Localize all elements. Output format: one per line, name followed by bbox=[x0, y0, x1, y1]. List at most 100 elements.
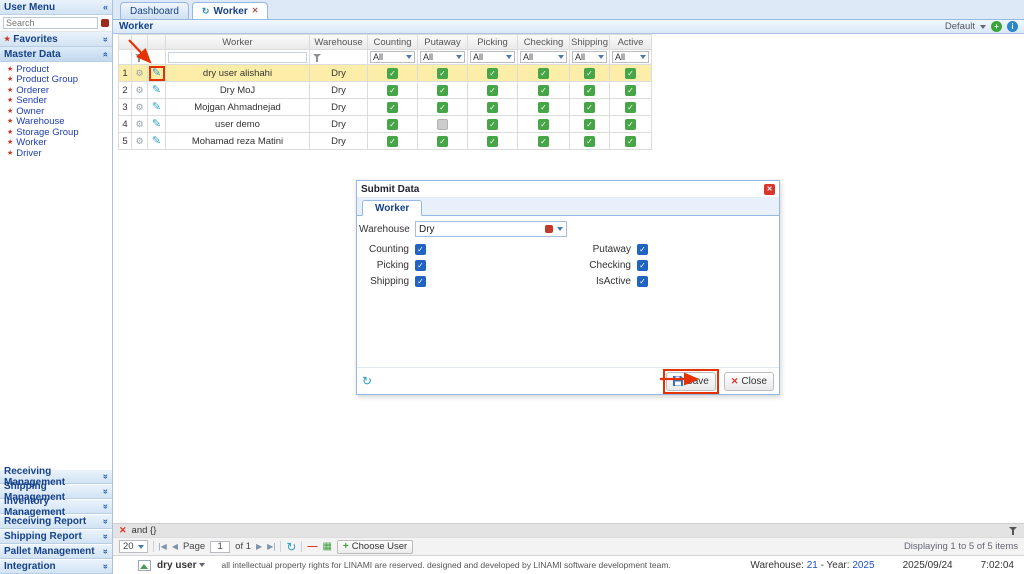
putaway-checkbox[interactable] bbox=[637, 244, 648, 255]
checking-filter-select[interactable]: All bbox=[520, 51, 567, 63]
table-row[interactable]: 4 ⚙ ✎ user demo Dry bbox=[118, 116, 652, 133]
counting-checkbox[interactable] bbox=[387, 102, 398, 113]
shipping-filter-select[interactable]: All bbox=[572, 51, 607, 63]
close-icon[interactable]: ✕ bbox=[764, 184, 775, 195]
putaway-checkbox[interactable] bbox=[437, 85, 448, 96]
header-warehouse[interactable]: Warehouse bbox=[310, 34, 368, 50]
close-icon[interactable]: ✕ bbox=[252, 7, 259, 15]
table-row[interactable]: 5 ⚙ ✎ Mohamad reza Matini Dry bbox=[118, 133, 652, 150]
picking-filter-select[interactable]: All bbox=[470, 51, 515, 63]
prev-page-button[interactable]: ◀ bbox=[172, 543, 178, 551]
sidebar-section-favorites[interactable]: ★ Favorites » bbox=[0, 32, 112, 47]
counting-checkbox[interactable] bbox=[387, 68, 398, 79]
edit-pencil-icon[interactable]: ✎ bbox=[152, 85, 161, 96]
sidebar-section-pallet-management[interactable]: Pallet Management» bbox=[0, 544, 112, 559]
edit-pencil-icon[interactable]: ✎ bbox=[152, 136, 161, 147]
putaway-filter-select[interactable]: All bbox=[420, 51, 465, 63]
counting-checkbox[interactable] bbox=[387, 85, 398, 96]
checking-checkbox[interactable] bbox=[538, 119, 549, 130]
shipping-checkbox[interactable] bbox=[584, 68, 595, 79]
refresh-icon[interactable]: ↻ bbox=[286, 541, 296, 553]
shipping-checkbox[interactable] bbox=[584, 136, 595, 147]
filter-funnel-icon[interactable] bbox=[1009, 526, 1018, 535]
counting-checkbox[interactable] bbox=[415, 244, 426, 255]
refresh-icon[interactable]: ↻ bbox=[202, 7, 210, 16]
clear-filter-icon[interactable]: ✕ bbox=[119, 526, 127, 535]
clear-icon[interactable] bbox=[545, 225, 553, 233]
filter-funnel-icon[interactable] bbox=[135, 53, 144, 62]
current-user-dropdown[interactable]: dry user bbox=[157, 560, 205, 571]
shipping-checkbox[interactable] bbox=[584, 102, 595, 113]
sidebar-section-inventory-management[interactable]: Inventory Management» bbox=[0, 499, 112, 514]
sidebar-section-integration[interactable]: Integration» bbox=[0, 559, 112, 574]
page-size-select[interactable]: 20 bbox=[119, 540, 148, 553]
isactive-checkbox[interactable] bbox=[637, 276, 648, 287]
table-row[interactable]: 2 ⚙ ✎ Dry MoJ Dry bbox=[118, 82, 652, 99]
refresh-icon[interactable]: ↻ bbox=[362, 375, 372, 387]
sidebar-item-product[interactable]: ★Product bbox=[0, 64, 112, 75]
shipping-checkbox[interactable] bbox=[584, 85, 595, 96]
worker-filter-input[interactable] bbox=[168, 52, 307, 63]
active-checkbox[interactable] bbox=[625, 85, 636, 96]
checking-checkbox[interactable] bbox=[538, 136, 549, 147]
header-worker[interactable]: Worker bbox=[166, 34, 310, 50]
sidebar-header[interactable]: User Menu « bbox=[0, 0, 112, 15]
picking-checkbox[interactable] bbox=[487, 119, 498, 130]
add-button[interactable]: + bbox=[991, 21, 1002, 32]
save-button[interactable]: Save bbox=[666, 372, 716, 391]
dialog-close-button[interactable]: ✕ Close bbox=[724, 372, 774, 391]
clear-selection-icon[interactable]: — bbox=[307, 541, 317, 552]
counting-checkbox[interactable] bbox=[387, 136, 398, 147]
last-page-button[interactable]: ▶| bbox=[267, 543, 275, 551]
edit-pencil-icon[interactable]: ✎ bbox=[152, 102, 161, 113]
choose-user-button[interactable]: +Choose User bbox=[337, 540, 413, 554]
sidebar-item-driver[interactable]: ★Driver bbox=[0, 148, 112, 159]
chevron-up-icon[interactable]: « bbox=[101, 51, 110, 56]
filter-funnel-icon[interactable] bbox=[313, 53, 322, 62]
header-putaway[interactable]: Putaway bbox=[418, 34, 468, 50]
sidebar-item-product-group[interactable]: ★Product Group bbox=[0, 75, 112, 86]
dialog-tab-worker[interactable]: Worker bbox=[362, 200, 422, 216]
putaway-checkbox[interactable] bbox=[437, 119, 448, 130]
edit-pencil-icon[interactable]: ✎ bbox=[152, 119, 161, 130]
active-checkbox[interactable] bbox=[625, 119, 636, 130]
counting-filter-select[interactable]: All bbox=[370, 51, 415, 63]
collapse-left-icon[interactable]: « bbox=[103, 3, 108, 12]
shipping-checkbox[interactable] bbox=[415, 276, 426, 287]
gear-icon[interactable]: ⚙ bbox=[135, 137, 143, 146]
chevron-down-icon[interactable] bbox=[980, 25, 986, 29]
checking-checkbox[interactable] bbox=[538, 102, 549, 113]
checking-checkbox[interactable] bbox=[637, 260, 648, 271]
counting-checkbox[interactable] bbox=[387, 119, 398, 130]
sidebar-item-warehouse[interactable]: ★Warehouse bbox=[0, 117, 112, 128]
active-checkbox[interactable] bbox=[625, 68, 636, 79]
info-button[interactable]: i bbox=[1007, 21, 1018, 32]
view-selector[interactable]: Default bbox=[945, 21, 975, 32]
page-number-input[interactable]: 1 bbox=[210, 541, 230, 553]
sidebar-section-shipping-report[interactable]: Shipping Report» bbox=[0, 529, 112, 544]
header-shipping[interactable]: Shipping bbox=[570, 34, 610, 50]
chevron-down-icon[interactable]: » bbox=[101, 489, 110, 494]
table-row[interactable]: 1 ⚙ ✎ dry user alishahi Dry bbox=[118, 65, 652, 82]
chevron-down-icon[interactable]: » bbox=[101, 549, 110, 554]
first-page-button[interactable]: |◀ bbox=[159, 543, 167, 551]
table-row[interactable]: 3 ⚙ ✎ Mojgan Ahmadnejad Dry bbox=[118, 99, 652, 116]
active-filter-select[interactable]: All bbox=[612, 51, 649, 63]
table-grid-icon[interactable]: ▦ bbox=[322, 542, 331, 552]
sidebar-section-master-data[interactable]: Master Data « bbox=[0, 47, 112, 62]
dialog-header[interactable]: Submit Data ✕ bbox=[357, 181, 779, 198]
chevron-down-icon[interactable]: » bbox=[101, 519, 110, 524]
header-checking[interactable]: Checking bbox=[518, 34, 570, 50]
gear-icon[interactable]: ⚙ bbox=[135, 103, 143, 112]
active-checkbox[interactable] bbox=[625, 136, 636, 147]
putaway-checkbox[interactable] bbox=[437, 102, 448, 113]
putaway-checkbox[interactable] bbox=[437, 68, 448, 79]
chevron-down-icon[interactable]: » bbox=[101, 474, 110, 479]
picking-checkbox[interactable] bbox=[415, 260, 426, 271]
search-clear-icon[interactable] bbox=[101, 19, 109, 27]
chevron-down-icon[interactable]: » bbox=[101, 534, 110, 539]
tab-worker[interactable]: ↻ Worker ✕ bbox=[192, 2, 269, 19]
sidebar-item-worker[interactable]: ★Worker bbox=[0, 138, 112, 149]
picking-checkbox[interactable] bbox=[487, 136, 498, 147]
header-picking[interactable]: Picking bbox=[468, 34, 518, 50]
